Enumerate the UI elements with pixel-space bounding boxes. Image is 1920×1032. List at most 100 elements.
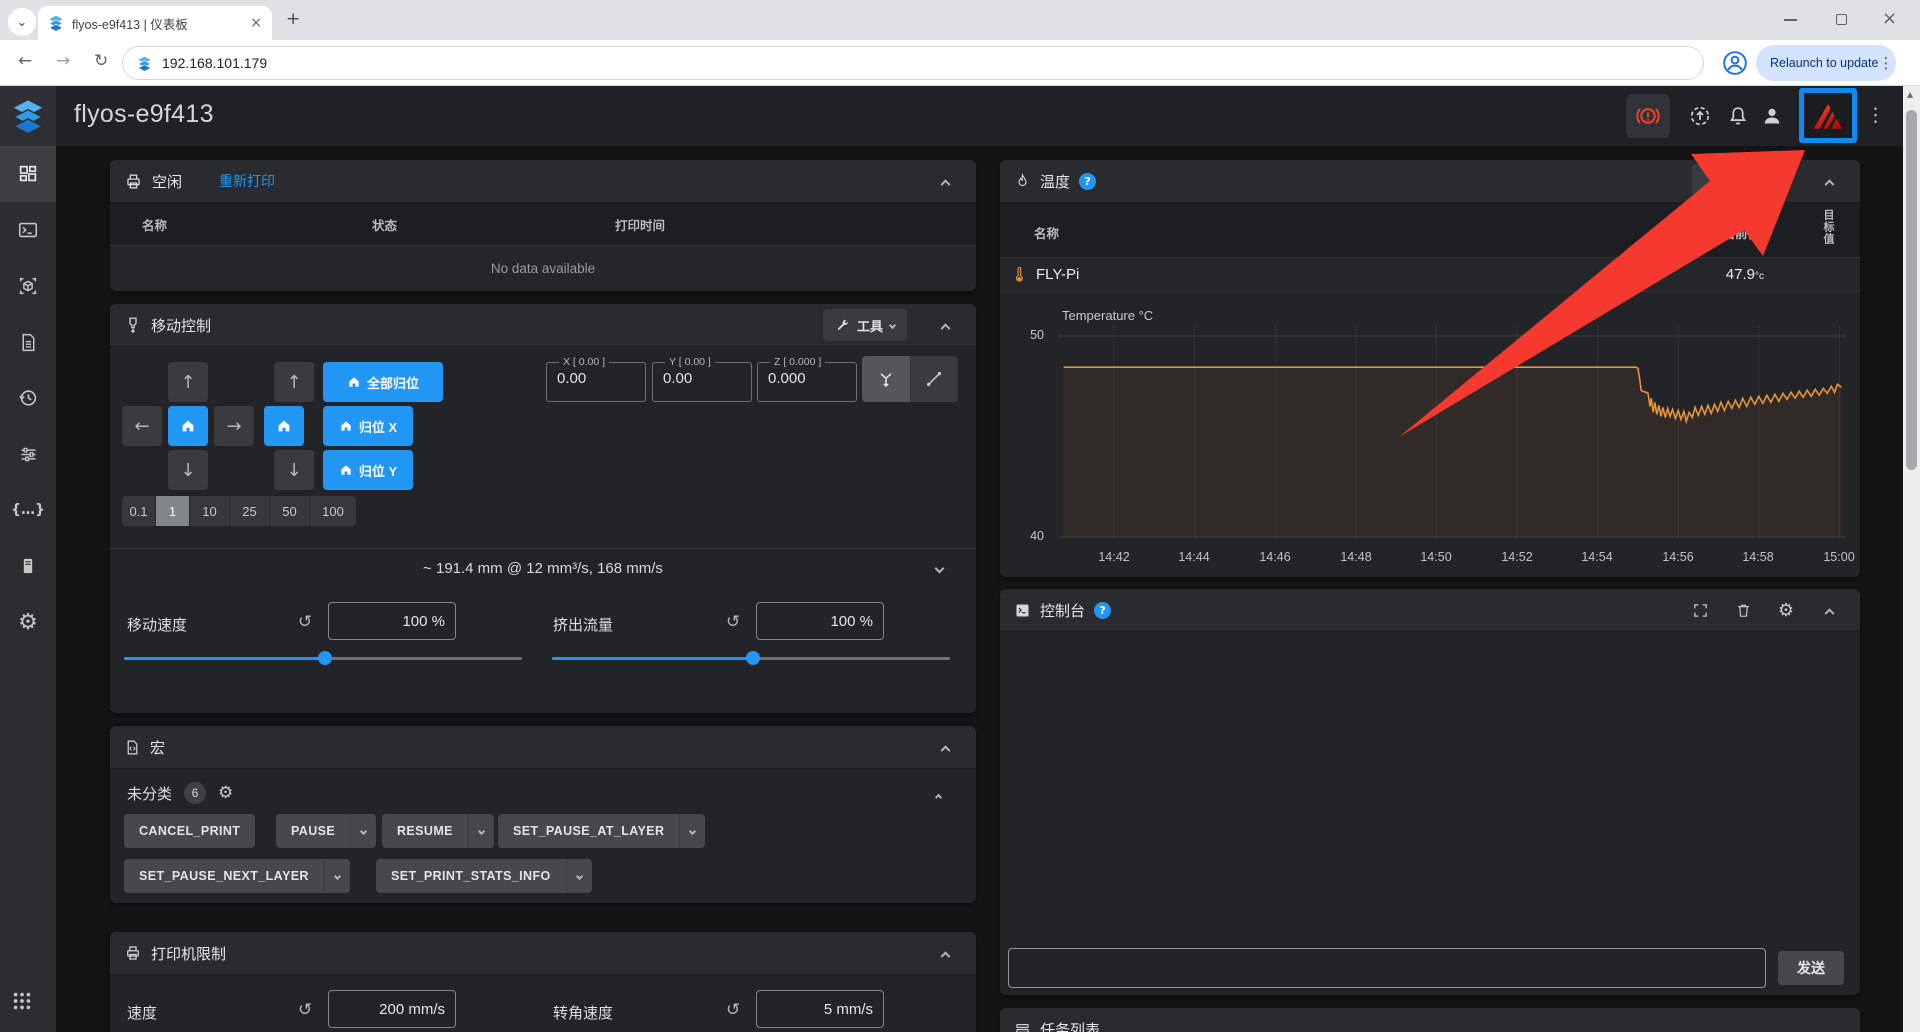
velocity-input[interactable] [328,990,456,1028]
app-logo[interactable] [0,86,56,146]
home-all-button[interactable]: 全部归位 [323,362,443,402]
speed-slider-thumb[interactable] [318,651,332,665]
home-x-button[interactable]: 归位 X [323,406,413,446]
home-y-icon-button[interactable] [264,406,304,446]
scv-reset-icon[interactable]: ↺ [726,1000,740,1020]
flow-slider-thumb[interactable] [746,651,760,665]
relaunch-button[interactable]: Relaunch to update ⋮ [1756,45,1896,81]
macro-set-pause-at-layer[interactable]: SET_PAUSE_AT_LAYER [498,814,705,848]
step-50-button[interactable]: 50 [270,496,310,526]
x-position-field[interactable]: X [ 0.00 ] 0.00 [546,356,646,402]
speed-input[interactable] [328,602,456,640]
step-1-button[interactable]: 1 [156,496,190,526]
step-0.1-button[interactable]: 0.1 [122,496,156,526]
jog-z-plus-button[interactable]: ↑ [274,362,314,402]
presets-dropdown-button[interactable] [1692,164,1750,198]
sidebar-item-jobs[interactable] [0,314,56,370]
reprint-link[interactable]: 重新打印 [219,171,275,191]
step-100-button[interactable]: 100 [310,496,356,526]
tools-dropdown-button[interactable]: 工具 [823,309,907,341]
y-position-field[interactable]: Y [ 0.00 ] 0.00 [652,356,752,402]
console-command-input[interactable] [1008,948,1766,988]
console-send-button[interactable]: 发送 [1778,951,1844,985]
jog-y-minus-button[interactable]: ↓ [168,450,208,490]
page-scrollbar[interactable]: ▲ [1903,86,1920,1032]
macro-caret-button[interactable] [468,814,494,848]
flow-reset-icon[interactable]: ↺ [726,612,740,632]
chrome-menu-icon[interactable]: ⋮ [1878,54,1893,72]
scrollbar-up-arrow[interactable]: ▲ [1907,90,1913,99]
sidebar-item-history[interactable] [0,370,56,426]
window-minimize-icon[interactable] [1784,19,1797,21]
url-field[interactable]: 192.168.101.179 [122,46,1704,80]
sidebar-item-settings[interactable]: ⚙ [0,594,56,650]
sidebar-apps-button[interactable] [11,990,33,1012]
macro-settings-gear-icon[interactable]: ⚙ [218,783,233,803]
jog-x-minus-button[interactable]: ← [122,406,162,446]
macro-group-row[interactable]: 未分类 6 ⚙ [127,782,233,804]
macros-collapse-button[interactable] [928,730,962,764]
console-collapse-button[interactable] [1812,593,1846,627]
velocity-reset-icon[interactable]: ↺ [298,1000,312,1020]
jog-z-minus-button[interactable]: ↓ [274,450,314,490]
sidebar-item-tune[interactable] [0,426,56,482]
extrusion-summary-row[interactable]: ~ 191.4 mm @ 12 mm³/s, 168 mm/s [110,548,976,588]
browser-profile-icon[interactable] [1722,50,1748,76]
sidebar-item-gcode-preview[interactable] [0,258,56,314]
summary-expand-button[interactable] [922,551,956,585]
console-fullscreen-button[interactable] [1683,593,1717,627]
browser-refresh-icon[interactable]: ↻ [94,51,108,71]
jog-y-plus-button[interactable]: ↑ [168,362,208,402]
status-collapse-button[interactable] [928,164,962,198]
macro-caret-button[interactable] [679,814,705,848]
macro-caret-button[interactable] [350,814,376,848]
browser-tab[interactable]: flyos-e9f413 | 仪表板 × [38,6,272,40]
temperature-chart[interactable] [1058,326,1846,540]
step-25-button[interactable]: 25 [230,496,270,526]
speed-reset-icon[interactable]: ↺ [298,612,312,632]
appbar-menu-icon[interactable]: ⋮ [1866,104,1885,126]
step-10-button[interactable]: 10 [190,496,230,526]
tab-search-button[interactable]: ⌄ [8,8,36,36]
sidebar-item-system[interactable] [0,538,56,594]
temp-settings-gear-icon[interactable]: ⚙ [1769,164,1803,198]
home-x-icon-button[interactable] [168,406,208,446]
scrollbar-thumb[interactable] [1906,110,1917,470]
tab-close-icon[interactable]: × [250,15,262,31]
emergency-stop-button[interactable] [1626,94,1670,138]
toolhead-move-toggle[interactable] [862,356,910,402]
jog-x-plus-button[interactable]: → [214,406,254,446]
sidebar-item-console[interactable] [0,202,56,258]
console-settings-gear-icon[interactable]: ⚙ [1769,593,1803,627]
macro-caret-button[interactable] [324,859,350,893]
console-help-icon[interactable]: ? [1094,602,1111,619]
sensor-row[interactable]: FLY-Pi 47.9°c [1000,258,1860,292]
macro-caret-button[interactable] [566,859,592,893]
limits-collapse-button[interactable] [928,936,962,970]
window-close-icon[interactable]: × [1882,8,1897,29]
macro-set-print-stats-info[interactable]: SET_PRINT_STATS_INFO [376,859,592,893]
z-position-field[interactable]: Z [ 0.000 ] 0.000 [757,356,857,402]
move-collapse-button[interactable] [928,308,962,342]
macro-pause[interactable]: PAUSE [276,814,376,848]
sidebar-item-configure[interactable]: {…} [0,482,56,538]
temp-collapse-button[interactable] [1812,164,1846,198]
browser-back-icon[interactable]: ← [18,51,32,71]
window-maximize-icon[interactable] [1836,14,1847,25]
sidebar-item-dashboard[interactable] [0,146,56,202]
flow-input[interactable] [756,602,884,640]
macro-group-collapse[interactable] [936,784,941,802]
scv-input[interactable] [756,990,884,1028]
new-tab-button[interactable]: + [286,9,300,29]
macro-resume[interactable]: RESUME [382,814,494,848]
temp-help-icon[interactable]: ? [1079,173,1096,190]
home-y-button[interactable]: 归位 Y [323,450,413,490]
browser-forward-icon[interactable]: → [56,51,70,71]
line-move-toggle[interactable] [910,356,958,402]
macro-set-pause-next-layer[interactable]: SET_PAUSE_NEXT_LAYER [124,859,350,893]
console-output[interactable] [1000,632,1860,932]
console-clear-button[interactable] [1726,593,1760,627]
macro-cancel-print[interactable]: CANCEL_PRINT [124,814,255,848]
user-button[interactable] [1750,94,1794,138]
klipper-triangle-logo-icon[interactable] [1810,99,1846,133]
